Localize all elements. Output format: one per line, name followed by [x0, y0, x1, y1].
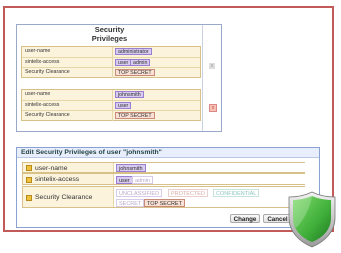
- user-name-label: user-name: [35, 164, 68, 172]
- record-row: Security Clearance TOP SECRET: [22, 67, 201, 78]
- edit-privileges-panel: Edit Security Privileges of user "johnsm…: [16, 147, 320, 228]
- privilege-record-johnsmith[interactable]: user-name johnsmith sintelix-access user…: [21, 89, 201, 121]
- edit-row-clearance: Security Clearance UNCLASSIFIED PROTECTE…: [22, 186, 305, 208]
- edit-row-access: sintelix-access user admin: [22, 173, 305, 185]
- user-name-cell: johnsmith: [112, 90, 201, 100]
- clearance-option-unclassified[interactable]: UNCLASSIFIED: [116, 189, 163, 197]
- clearance-cell: TOP SECRET: [112, 111, 201, 121]
- user-name-cell: administrator: [112, 47, 201, 57]
- access-chip-user: user: [115, 102, 132, 109]
- clearance-value: TOP SECRET: [115, 69, 155, 76]
- actions-column: [202, 25, 222, 131]
- record-row: Security Clearance TOP SECRET: [22, 110, 201, 121]
- clearance-label: Security Clearance: [25, 69, 70, 75]
- delete-record-icon[interactable]: x: [209, 63, 215, 69]
- access-options-area: user admin: [113, 174, 305, 184]
- table-title-line2: Privileges: [91, 33, 128, 43]
- clearance-options-area: UNCLASSIFIED PROTECTED CONFIDENTIAL SECR…: [113, 187, 305, 207]
- security-privileges-table: Security Privileges user-name administra…: [16, 24, 222, 132]
- access-label: sintelix-access: [25, 59, 60, 65]
- access-chip-user: user: [115, 59, 132, 66]
- record-row: sintelix-access user admin: [22, 57, 200, 68]
- clearance-option-top-secret[interactable]: TOP SECRET: [144, 199, 185, 207]
- record-row: user-name administrator: [22, 47, 200, 57]
- clearance-label: Security Clearance: [35, 194, 93, 201]
- edit-row-user-name: user-name johnsmith: [22, 162, 305, 173]
- clearance-cell: TOP SECRET: [112, 68, 201, 78]
- folder-key-icon: [26, 195, 32, 201]
- user-name-label: user-name: [25, 91, 51, 97]
- table-title: Security Privileges: [17, 25, 202, 45]
- user-name-label: user-name: [25, 48, 51, 54]
- record-row: user-name johnsmith: [22, 90, 200, 100]
- privilege-record-administrator[interactable]: user-name administrator sintelix-access …: [21, 46, 201, 78]
- access-option-admin[interactable]: admin: [132, 176, 153, 184]
- main-window-frame: Security Privileges user-name administra…: [3, 6, 334, 232]
- folder-key-icon: [26, 165, 32, 171]
- user-name-value: johnsmith: [115, 91, 144, 98]
- clearance-option-secret[interactable]: SECRET: [116, 199, 145, 207]
- shield-icon: [286, 190, 338, 248]
- user-name-field-area: johnsmith: [113, 163, 305, 172]
- user-name-field[interactable]: johnsmith: [116, 164, 146, 172]
- access-label: sintelix-access: [35, 176, 80, 183]
- user-name-value: administrator: [115, 48, 152, 55]
- access-label: sintelix-access: [25, 102, 60, 108]
- folder-key-icon: [26, 177, 32, 183]
- clearance-label: Security Clearance: [25, 112, 70, 118]
- change-button[interactable]: Change: [230, 214, 260, 223]
- edit-panel-title: Edit Security Privileges of user "johnsm…: [17, 148, 319, 158]
- clearance-option-protected[interactable]: PROTECTED: [168, 189, 208, 197]
- access-option-user[interactable]: user: [116, 176, 133, 184]
- record-row: sintelix-access user: [22, 100, 200, 111]
- delete-record-icon[interactable]: x: [209, 104, 217, 112]
- access-chip-admin: admin: [130, 59, 151, 66]
- clearance-option-confidential[interactable]: CONFIDENTIAL: [213, 189, 260, 197]
- clearance-value: TOP SECRET: [115, 112, 155, 119]
